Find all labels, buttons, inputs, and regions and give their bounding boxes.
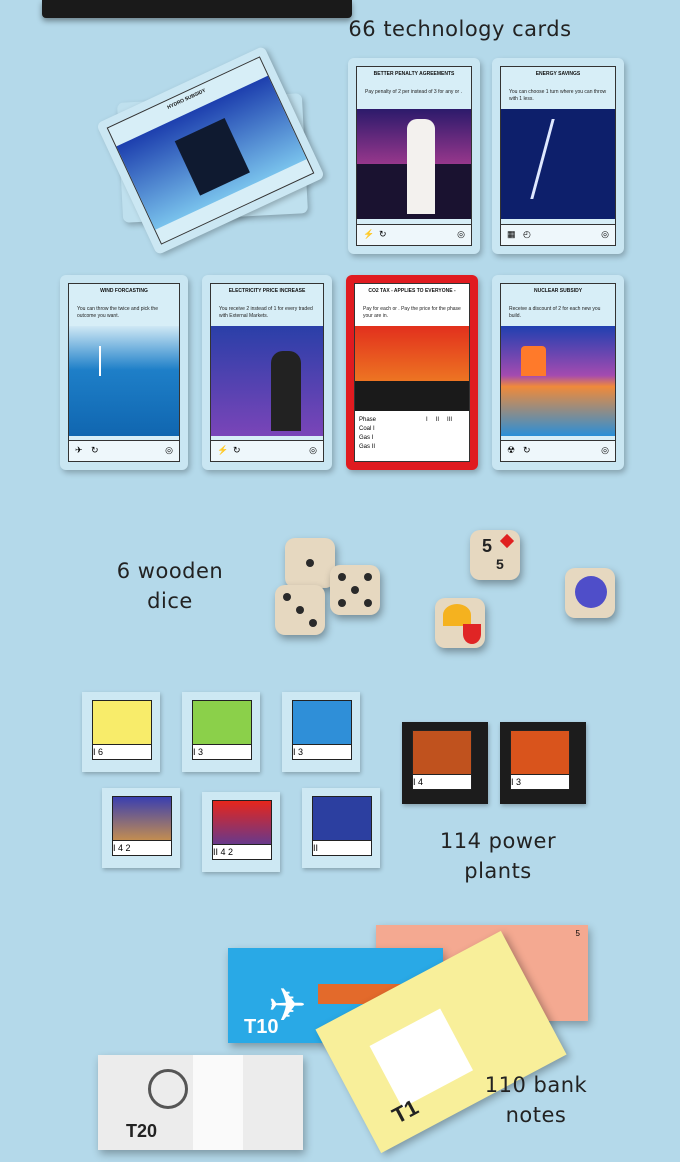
power-plant-tile: I 6: [82, 692, 160, 772]
die-five: [330, 565, 380, 615]
table-header: Phase: [359, 417, 377, 423]
person-on-phone-art: [407, 119, 435, 214]
table-cell: I: [373, 426, 375, 432]
table-cell: Gas: [359, 435, 371, 441]
notes-caption-line1: 110 bank: [484, 1073, 588, 1097]
power-plant-tile: II: [302, 788, 380, 868]
power-plant-tile: I 4 2: [102, 788, 180, 868]
dam-art: [174, 118, 250, 196]
tile-label: I 4: [412, 774, 472, 790]
co2-table: Phase I II III Coal I Gas I Gas II: [359, 416, 465, 452]
table-cell: Coal: [359, 426, 372, 432]
card-text: You can choose 1 turn where you can thro…: [509, 89, 607, 102]
card-title: ELECTRICITY PRICE INCREASE: [228, 288, 306, 294]
dice-caption-line2: dice: [147, 589, 193, 613]
card-text: Receive a discount of 2 for each new you…: [509, 306, 601, 319]
wind-turbine-art: [99, 346, 101, 376]
lightning-art: [530, 119, 595, 199]
power-plant-tile: I 3: [282, 692, 360, 772]
hydro-subsidy-card: HYDRO SUBSIDY: [96, 45, 325, 256]
tech-cards-caption: 66 technology cards: [348, 17, 572, 41]
die-color-yellow: [435, 598, 485, 648]
table-cell: II: [371, 444, 376, 450]
die-color-blue: [565, 568, 615, 618]
nuclear-subsidy-card: NUCLEAR SUBSIDY Receive a discount of 2 …: [492, 275, 624, 470]
power-plant-tile: II 4 2: [202, 792, 280, 872]
die-face-label: 5: [482, 536, 493, 556]
die-face-label: 5: [496, 556, 504, 572]
cooling-tower-art: [521, 346, 546, 376]
card-title: WIND FORCASTING: [100, 288, 148, 294]
plants-caption-line1: 114 power: [439, 829, 557, 853]
note-value: T20: [126, 1121, 158, 1141]
better-penalty-card: BETTER PENALTY AGREEMENTS Pay penalty of…: [348, 58, 480, 254]
die-weather: 5 5: [470, 530, 520, 580]
co2-tax-card: CO2 TAX - APPLIES TO EVERYONE - Pay for …: [346, 275, 478, 470]
trader-art: [271, 351, 301, 431]
die-one: [285, 538, 335, 588]
notes-caption-line2: notes: [505, 1103, 567, 1127]
tile-label: II: [312, 840, 372, 856]
die-three: [275, 585, 325, 635]
tile-label: I 3: [292, 744, 352, 760]
tile-label: I 3: [510, 774, 570, 790]
card-title: CO2 TAX - APPLIES TO EVERYONE -: [368, 288, 456, 294]
power-plant-tile: I 4: [402, 722, 488, 804]
tile-label: I 4 2: [112, 840, 172, 856]
table-header: I: [426, 417, 428, 423]
dice-caption-line1: 6 wooden: [116, 559, 224, 583]
wind-forcasting-card: WIND FORCASTING You can throw the twice …: [60, 275, 188, 470]
card-title: BETTER PENALTY AGREEMENTS: [373, 71, 455, 77]
electricity-price-card: ELECTRICITY PRICE INCREASE You receive 2…: [202, 275, 332, 470]
tile-label: I 3: [192, 744, 252, 760]
table-cell: Gas: [359, 444, 371, 450]
note-value: T10: [244, 1016, 279, 1038]
power-plant-tile: I 3: [500, 722, 586, 804]
factory-art: [355, 381, 469, 411]
card-text: You receive 2 instead of 1 for every tra…: [219, 306, 313, 319]
table-header: II: [435, 417, 440, 423]
table-cell: I: [371, 435, 374, 441]
gauge-art: [148, 1069, 188, 1109]
power-plant-tile: I 3: [182, 692, 260, 772]
card-text: Pay for each or . Pay the price for the …: [363, 306, 461, 319]
card-text: Pay penalty of 2 per instead of 3 for an…: [365, 89, 463, 95]
energy-savings-card: ENERGY SAVINGS You can choose 1 turn whe…: [492, 58, 624, 254]
board-edge: [42, 0, 352, 18]
plants-caption-line2: plants: [464, 859, 532, 883]
card-title: ENERGY SAVINGS: [535, 71, 581, 77]
table-header: III: [447, 417, 453, 423]
card-text: You can throw the twice and pick the out…: [77, 306, 158, 319]
bank-note-20: T20: [98, 1055, 303, 1150]
card-title: NUCLEAR SUBSIDY: [533, 288, 583, 294]
tile-label: I 6: [92, 744, 152, 760]
note-value: 5: [575, 929, 580, 938]
tile-label: II 4 2: [212, 844, 272, 860]
